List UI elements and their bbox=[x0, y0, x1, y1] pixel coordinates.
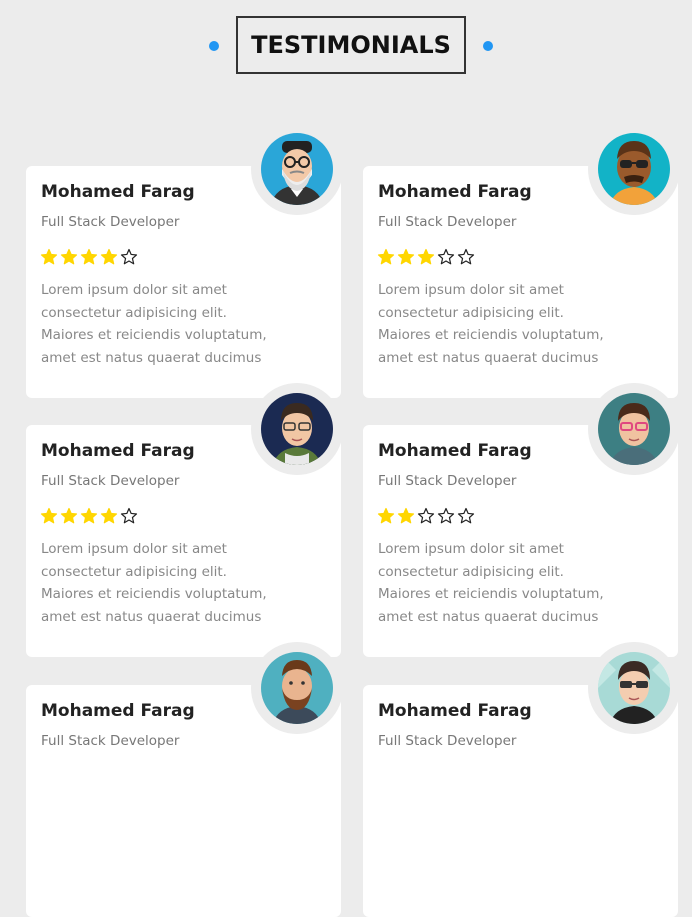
avatar-pink-glasses-man-icon bbox=[598, 393, 670, 465]
star-filled-icon bbox=[397, 507, 415, 524]
avatar-ring bbox=[588, 642, 680, 734]
avatar-bearded-man-icon bbox=[261, 652, 333, 724]
star-empty-icon bbox=[457, 248, 475, 265]
testimonial-role: Full Stack Developer bbox=[41, 733, 180, 749]
star-filled-icon bbox=[60, 507, 78, 524]
avatar-ring bbox=[251, 123, 343, 215]
testimonial-name: Mohamed Farag bbox=[378, 701, 532, 721]
avatar-hipster-beard-icon bbox=[261, 133, 333, 205]
testimonial-role: Full Stack Developer bbox=[378, 473, 517, 489]
testimonial-role: Full Stack Developer bbox=[378, 733, 517, 749]
star-filled-icon bbox=[397, 248, 415, 265]
avatar-ring bbox=[251, 383, 343, 475]
avatar-sunglasses-man-icon bbox=[598, 133, 670, 205]
avatar-ring bbox=[251, 642, 343, 734]
testimonial-role: Full Stack Developer bbox=[378, 214, 517, 230]
star-empty-icon bbox=[120, 248, 138, 265]
star-filled-icon bbox=[40, 248, 58, 265]
star-empty-icon bbox=[120, 507, 138, 524]
testimonial-text: Lorem ipsum dolor sit amet consectetur a… bbox=[41, 282, 267, 366]
star-filled-icon bbox=[100, 248, 118, 265]
star-filled-icon bbox=[60, 248, 78, 265]
section-title: TESTIMONIALS bbox=[236, 16, 466, 74]
testimonial-text: Lorem ipsum dolor sit amet consectetur a… bbox=[378, 541, 604, 625]
avatar-ring bbox=[588, 123, 680, 215]
bullet-dot-icon bbox=[209, 41, 219, 51]
testimonial-name: Mohamed Farag bbox=[378, 182, 532, 202]
testimonial-role: Full Stack Developer bbox=[41, 473, 180, 489]
avatar-glasses-man-icon bbox=[261, 393, 333, 465]
star-empty-icon bbox=[437, 248, 455, 265]
star-filled-icon bbox=[417, 248, 435, 265]
testimonial-name: Mohamed Farag bbox=[41, 441, 195, 461]
star-rating bbox=[40, 507, 138, 525]
bullet-dot-icon bbox=[483, 41, 493, 51]
star-filled-icon bbox=[100, 507, 118, 524]
star-filled-icon bbox=[40, 507, 58, 524]
testimonial-text: Lorem ipsum dolor sit amet consectetur a… bbox=[378, 282, 604, 366]
star-empty-icon bbox=[417, 507, 435, 524]
star-filled-icon bbox=[80, 507, 98, 524]
star-rating bbox=[377, 507, 475, 525]
avatar-ring bbox=[588, 383, 680, 475]
testimonial-name: Mohamed Farag bbox=[41, 182, 195, 202]
star-rating bbox=[40, 248, 138, 266]
star-empty-icon bbox=[457, 507, 475, 524]
testimonial-name: Mohamed Farag bbox=[378, 441, 532, 461]
testimonial-text: Lorem ipsum dolor sit amet consectetur a… bbox=[41, 541, 267, 625]
star-rating bbox=[377, 248, 475, 266]
testimonial-role: Full Stack Developer bbox=[41, 214, 180, 230]
star-empty-icon bbox=[437, 507, 455, 524]
star-filled-icon bbox=[377, 248, 395, 265]
star-filled-icon bbox=[377, 507, 395, 524]
section-header: TESTIMONIALS bbox=[0, 16, 692, 76]
avatar-dark-glasses-man-icon bbox=[598, 652, 670, 724]
star-filled-icon bbox=[80, 248, 98, 265]
testimonial-name: Mohamed Farag bbox=[41, 701, 195, 721]
